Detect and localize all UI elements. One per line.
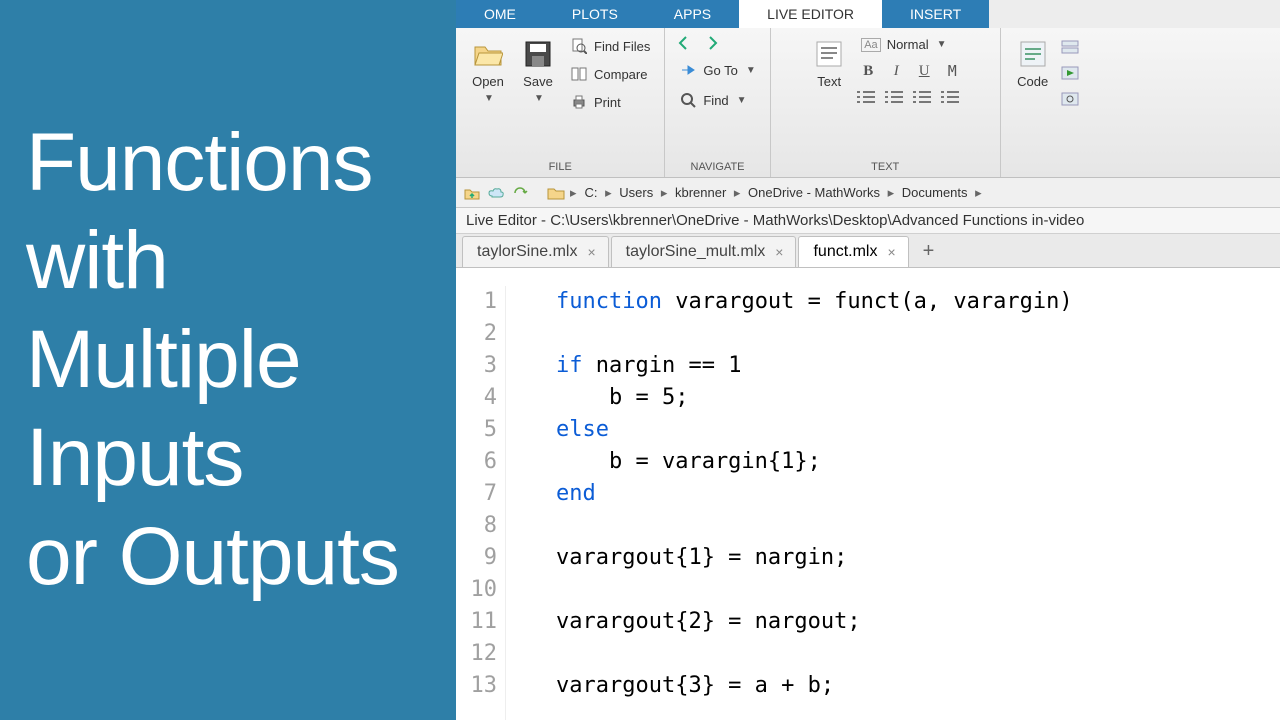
- editor-title: Live Editor - C:\Users\kbrenner\OneDrive…: [456, 208, 1280, 234]
- code-icon: [1017, 38, 1049, 70]
- sync-icon[interactable]: [510, 183, 530, 203]
- toolstrip-group-navigate: Go To ▼ Find ▼ NAVIGATE: [665, 28, 770, 177]
- ribbon-tab-insert[interactable]: INSERT: [882, 0, 989, 28]
- breadcrumb-separator: ▸: [657, 185, 671, 200]
- breadcrumb-item[interactable]: Users: [615, 185, 657, 200]
- address-bar: ▸ C: ▸ Users ▸ kbrenner ▸ OneDrive - Mat…: [456, 178, 1280, 208]
- matlab-window: OMEPLOTSAPPSLIVE EDITORINSERT Open ▼ Sav…: [456, 0, 1280, 720]
- code-button[interactable]: Code: [1011, 34, 1055, 108]
- monospace-button[interactable]: M: [941, 61, 963, 81]
- text-icon: [813, 38, 845, 70]
- refactor-icon[interactable]: [1061, 90, 1079, 108]
- title-line-2: with: [26, 212, 456, 310]
- find-files-button[interactable]: Find Files: [566, 34, 654, 58]
- breadcrumb-separator: ▸: [884, 185, 898, 200]
- file-tab[interactable]: taylorSine.mlx ×: [462, 236, 609, 267]
- close-icon[interactable]: ×: [775, 244, 783, 260]
- code-editor[interactable]: 12345678910111213 function varargout = f…: [456, 268, 1280, 720]
- toolstrip-group-code: Code: [1001, 28, 1089, 177]
- new-tab-button[interactable]: +: [911, 236, 947, 267]
- section-break-icon[interactable]: [1061, 38, 1079, 56]
- outdent-button[interactable]: [913, 87, 935, 107]
- file-tab[interactable]: taylorSine_mult.mlx ×: [611, 236, 797, 267]
- title-line-3: Multiple: [26, 311, 456, 409]
- nav-fwd-icon[interactable]: [703, 34, 721, 52]
- toolstrip-group-file: Open ▼ Save ▼ Find Files: [456, 28, 665, 177]
- code-content[interactable]: function varargout = funct(a, varargin) …: [506, 286, 1073, 720]
- file-tab-label: funct.mlx: [813, 243, 877, 261]
- goto-icon: [679, 61, 697, 79]
- ribbon-tabs: OMEPLOTSAPPSLIVE EDITORINSERT: [456, 0, 1280, 28]
- breadcrumb-item[interactable]: OneDrive - MathWorks: [744, 185, 884, 200]
- save-button[interactable]: Save ▼: [516, 34, 560, 114]
- video-title-overlay: Functions with Multiple Inputs or Output…: [0, 0, 456, 720]
- print-icon: [570, 93, 588, 111]
- chevron-down-icon: ▼: [534, 93, 544, 104]
- ribbon-tab-live-editor[interactable]: LIVE EDITOR: [739, 0, 882, 28]
- file-tab-label: taylorSine_mult.mlx: [626, 243, 766, 261]
- close-icon[interactable]: ×: [587, 244, 595, 260]
- print-button[interactable]: Print: [566, 90, 654, 114]
- bold-button[interactable]: B: [857, 61, 879, 81]
- folder-up-icon[interactable]: [462, 183, 482, 203]
- run-section-icon[interactable]: [1061, 64, 1079, 82]
- group-label-text: TEXT: [871, 159, 899, 177]
- line-gutter: 12345678910111213: [456, 286, 506, 720]
- file-tab[interactable]: funct.mlx ×: [798, 236, 908, 267]
- breadcrumb-item[interactable]: Documents: [898, 185, 972, 200]
- title-line-1: Functions: [26, 114, 456, 212]
- ribbon-tab-ome[interactable]: OME: [456, 0, 544, 28]
- file-tab-bar: taylorSine.mlx×taylorSine_mult.mlx×funct…: [456, 234, 1280, 268]
- goto-button[interactable]: Go To ▼: [675, 58, 759, 82]
- title-line-5: or Outputs: [26, 508, 456, 606]
- breadcrumb-item[interactable]: kbrenner: [671, 185, 730, 200]
- toolstrip-group-text: Text Aa Normal ▼ B I U M: [771, 28, 1001, 177]
- cloud-icon[interactable]: [486, 183, 506, 203]
- open-button[interactable]: Open ▼: [466, 34, 510, 114]
- ribbon-tab-plots[interactable]: PLOTS: [544, 0, 646, 28]
- breadcrumb-item[interactable]: C:: [581, 185, 602, 200]
- title-line-4: Inputs: [26, 409, 456, 507]
- style-aa-icon: Aa: [861, 38, 880, 52]
- text-button[interactable]: Text: [807, 34, 851, 93]
- chevron-down-icon: ▼: [737, 95, 747, 106]
- folder-icon: [546, 183, 566, 203]
- close-icon[interactable]: ×: [887, 244, 895, 260]
- group-label-file: FILE: [549, 159, 572, 177]
- breadcrumb-separator: ▸: [972, 185, 982, 200]
- indent-button[interactable]: [941, 87, 963, 107]
- file-tab-label: taylorSine.mlx: [477, 243, 577, 261]
- chevron-down-icon: ▼: [484, 93, 494, 104]
- italic-button[interactable]: I: [885, 61, 907, 81]
- chevron-down-icon: ▼: [746, 65, 756, 76]
- save-disk-icon: [522, 38, 554, 70]
- open-folder-icon: [472, 38, 504, 70]
- numbered-list-button[interactable]: [885, 87, 907, 107]
- find-files-icon: [570, 37, 588, 55]
- bullet-list-button[interactable]: [857, 87, 879, 107]
- compare-icon: [570, 65, 588, 83]
- find-icon: [679, 91, 697, 109]
- breadcrumb-separator: ▸: [730, 185, 744, 200]
- style-dropdown[interactable]: Aa Normal ▼: [857, 34, 963, 55]
- underline-button[interactable]: U: [913, 61, 935, 81]
- find-button[interactable]: Find ▼: [675, 88, 759, 112]
- nav-back-icon[interactable]: [675, 34, 693, 52]
- ribbon-tab-apps[interactable]: APPS: [646, 0, 739, 28]
- compare-button[interactable]: Compare: [566, 62, 654, 86]
- chevron-down-icon: ▼: [937, 39, 947, 50]
- group-label-navigate: NAVIGATE: [691, 159, 745, 177]
- breadcrumb-separator: ▸: [602, 185, 616, 200]
- toolstrip: Open ▼ Save ▼ Find Files: [456, 28, 1280, 178]
